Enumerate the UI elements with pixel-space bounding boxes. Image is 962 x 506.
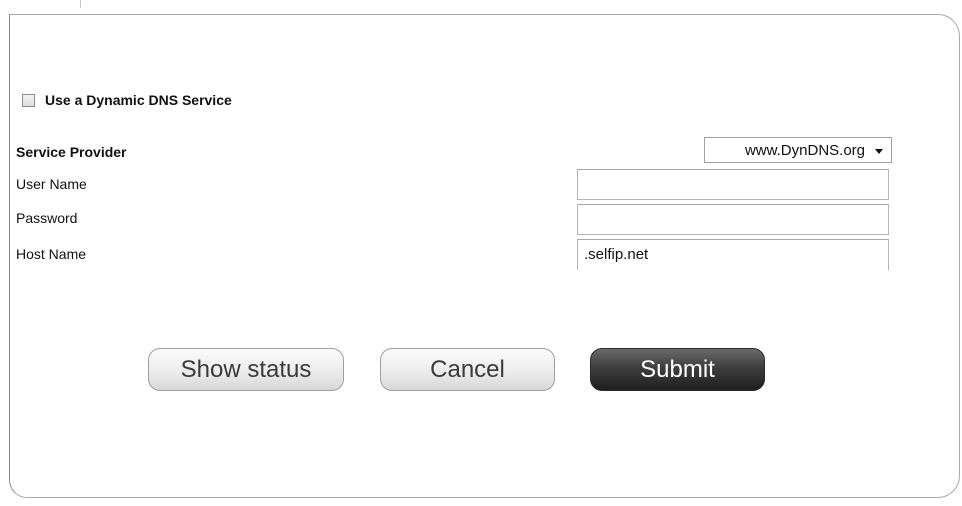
use-ddns-label: Use a Dynamic DNS Service: [45, 92, 232, 108]
cancel-button[interactable]: Cancel: [380, 348, 555, 391]
user-name-field[interactable]: [577, 169, 889, 200]
service-provider-select[interactable]: www.DynDNS.org: [704, 137, 892, 163]
show-status-button[interactable]: Show status: [148, 348, 344, 391]
user-name-label: User Name: [16, 176, 87, 192]
host-name-field[interactable]: .selfip.net: [577, 239, 889, 270]
use-ddns-row[interactable]: Use a Dynamic DNS Service: [22, 92, 232, 108]
password-field[interactable]: [577, 204, 889, 235]
ddns-settings-panel: Use a Dynamic DNS Service Service Provid…: [9, 14, 960, 498]
submit-button[interactable]: Submit: [590, 348, 765, 391]
service-provider-value: www.DynDNS.org: [744, 141, 865, 159]
host-name-label: Host Name: [16, 246, 87, 262]
chevron-down-icon: [875, 148, 883, 154]
top-divider-tick: [80, 0, 81, 8]
password-label: Password: [16, 210, 78, 226]
use-ddns-checkbox[interactable]: [22, 93, 35, 107]
service-provider-label: Service Provider: [16, 144, 127, 160]
